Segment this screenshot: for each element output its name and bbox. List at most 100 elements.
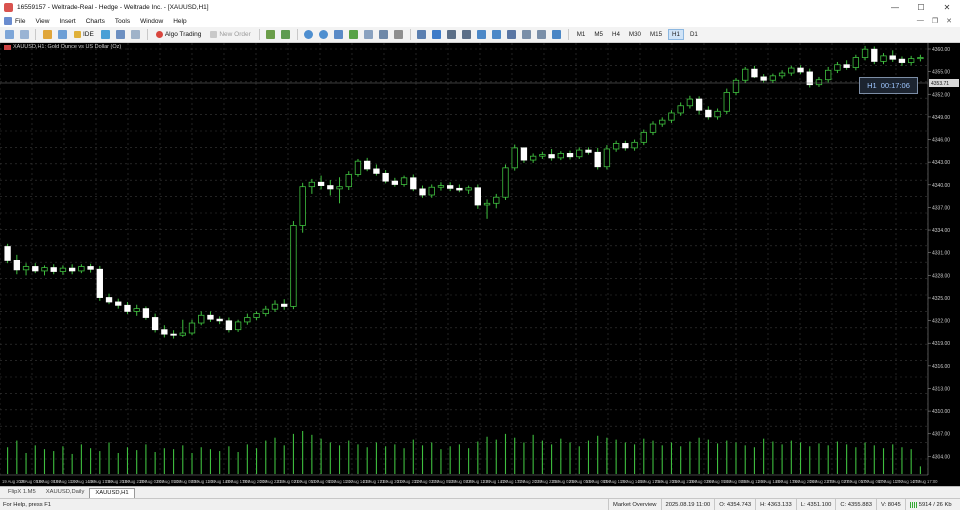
timeframe-m1[interactable]: M1 bbox=[574, 29, 589, 40]
line-chart-button[interactable] bbox=[280, 29, 292, 41]
candle-body bbox=[612, 143, 620, 150]
tab-xauusd-daily[interactable]: XAUUSD,Daily bbox=[41, 488, 90, 498]
close-button[interactable]: ✕ bbox=[934, 0, 960, 15]
one-click-trading-button[interactable] bbox=[265, 29, 277, 41]
price-tick-label: 4346.00 bbox=[932, 138, 950, 144]
timeframe-m5[interactable]: M5 bbox=[591, 29, 606, 40]
zoom-out-button[interactable] bbox=[318, 29, 330, 41]
mdi-close-button[interactable]: ✕ bbox=[946, 17, 952, 25]
candle-body bbox=[216, 318, 223, 322]
tab-flipx-m5[interactable]: FlipX 1.M5 bbox=[3, 488, 41, 498]
menu-bar: File View Insert Charts Tools Window Hel… bbox=[0, 15, 960, 27]
cursor-button[interactable] bbox=[431, 29, 443, 41]
channel-button[interactable] bbox=[491, 29, 503, 41]
candle-body bbox=[96, 268, 103, 298]
candle-body bbox=[483, 202, 491, 206]
menu-tools[interactable]: Tools bbox=[115, 18, 130, 25]
zoom-in-button[interactable] bbox=[303, 29, 315, 41]
data-window-button[interactable] bbox=[56, 29, 68, 41]
candle-body bbox=[686, 98, 694, 107]
candle-body bbox=[151, 317, 159, 331]
candle-body bbox=[161, 329, 168, 335]
vertical-line-button[interactable] bbox=[446, 29, 458, 41]
templates-button[interactable] bbox=[393, 29, 405, 41]
chart-area[interactable]: 4360.00 4355.00 4352.00 4349.00 4346.00 4343.… bbox=[0, 43, 960, 486]
shapes-button[interactable] bbox=[521, 29, 533, 41]
signals-button[interactable] bbox=[115, 29, 127, 41]
autoscroll-icon bbox=[364, 30, 374, 39]
candle-body bbox=[364, 160, 371, 170]
timeframe-h1[interactable]: H1 bbox=[668, 29, 684, 40]
timeframe-m30[interactable]: M30 bbox=[626, 29, 644, 40]
timeframe-m15[interactable]: M15 bbox=[647, 29, 665, 40]
candle-body bbox=[502, 167, 509, 198]
menu-window[interactable]: Window bbox=[140, 18, 163, 25]
candle-body bbox=[179, 332, 186, 336]
fibonacci-button[interactable] bbox=[506, 29, 518, 41]
candle-body bbox=[59, 267, 67, 272]
candle-body bbox=[382, 172, 389, 182]
text-button[interactable] bbox=[536, 29, 548, 41]
symbol-flag-icon bbox=[4, 44, 11, 50]
tab-xauusd-h1[interactable]: XAUUSD,H1 bbox=[89, 488, 135, 498]
horizontal-line-button[interactable] bbox=[461, 29, 473, 41]
menu-file[interactable]: File bbox=[15, 18, 25, 25]
timeframe-h4[interactable]: H4 bbox=[609, 29, 623, 40]
mdi-minimize-button[interactable]: — bbox=[917, 17, 924, 25]
candle-body bbox=[437, 185, 445, 188]
vps-icon bbox=[131, 30, 141, 39]
candle-body bbox=[336, 186, 343, 190]
candle-body bbox=[797, 67, 804, 73]
minimize-button[interactable]: — bbox=[882, 0, 908, 15]
candle-body bbox=[373, 168, 380, 174]
candle-body bbox=[410, 177, 417, 190]
candle-body bbox=[788, 67, 795, 74]
candle-body bbox=[908, 58, 915, 63]
price-tick-label: 4322.00 bbox=[932, 319, 950, 325]
new-chart-button[interactable] bbox=[3, 29, 15, 41]
algo-trading-button[interactable]: Algo Trading bbox=[153, 29, 205, 41]
candle-body bbox=[207, 314, 214, 320]
ide-button[interactable]: IDE bbox=[71, 29, 97, 41]
candle-body bbox=[142, 308, 150, 318]
trendline-button[interactable] bbox=[476, 29, 488, 41]
candlestick-chart[interactable]: 4360.00 4355.00 4352.00 4349.00 4346.00 4343.… bbox=[0, 43, 960, 486]
toolbar-separator bbox=[567, 29, 569, 40]
candle-body bbox=[105, 297, 113, 303]
status-profile[interactable]: Market Overview bbox=[608, 499, 661, 510]
new-order-button[interactable]: New Order bbox=[207, 29, 253, 41]
candle-body bbox=[769, 75, 777, 81]
indicators-button[interactable] bbox=[378, 29, 390, 41]
ide-icon bbox=[74, 31, 81, 38]
menu-help[interactable]: Help bbox=[173, 18, 186, 25]
maximize-button[interactable]: ☐ bbox=[908, 0, 934, 15]
candle-body bbox=[695, 98, 703, 111]
candle-body bbox=[400, 177, 408, 185]
candle-body bbox=[354, 160, 362, 175]
search-button[interactable] bbox=[100, 29, 112, 41]
candle-body bbox=[290, 225, 297, 307]
menu-insert[interactable]: Insert bbox=[59, 18, 75, 25]
menu-charts[interactable]: Charts bbox=[86, 18, 105, 25]
arrows-button[interactable] bbox=[551, 29, 563, 41]
mdi-restore-button[interactable]: ❐ bbox=[932, 17, 938, 25]
vps-button[interactable] bbox=[130, 29, 142, 41]
profiles-button[interactable] bbox=[18, 29, 30, 41]
candle-body bbox=[345, 174, 352, 188]
new-order-icon bbox=[210, 31, 218, 38]
tile-windows-button[interactable] bbox=[333, 29, 345, 41]
timeframe-d1[interactable]: D1 bbox=[687, 29, 701, 40]
menu-view[interactable]: View bbox=[35, 18, 49, 25]
chart-shift-button[interactable] bbox=[348, 29, 360, 41]
status-network[interactable]: 5914 / 26 Kb bbox=[904, 499, 956, 510]
algo-trading-label: Algo Trading bbox=[164, 31, 202, 38]
candle-body bbox=[539, 154, 546, 157]
candle-body bbox=[622, 143, 629, 149]
crosshair-button[interactable] bbox=[416, 29, 428, 41]
autoscroll-button[interactable] bbox=[363, 29, 375, 41]
toolbar-separator bbox=[146, 29, 148, 40]
status-low: L: 4351.100 bbox=[795, 499, 836, 510]
candle-body bbox=[889, 55, 896, 60]
price-tick-label: 4325.00 bbox=[932, 296, 950, 302]
market-watch-button[interactable] bbox=[41, 29, 53, 41]
